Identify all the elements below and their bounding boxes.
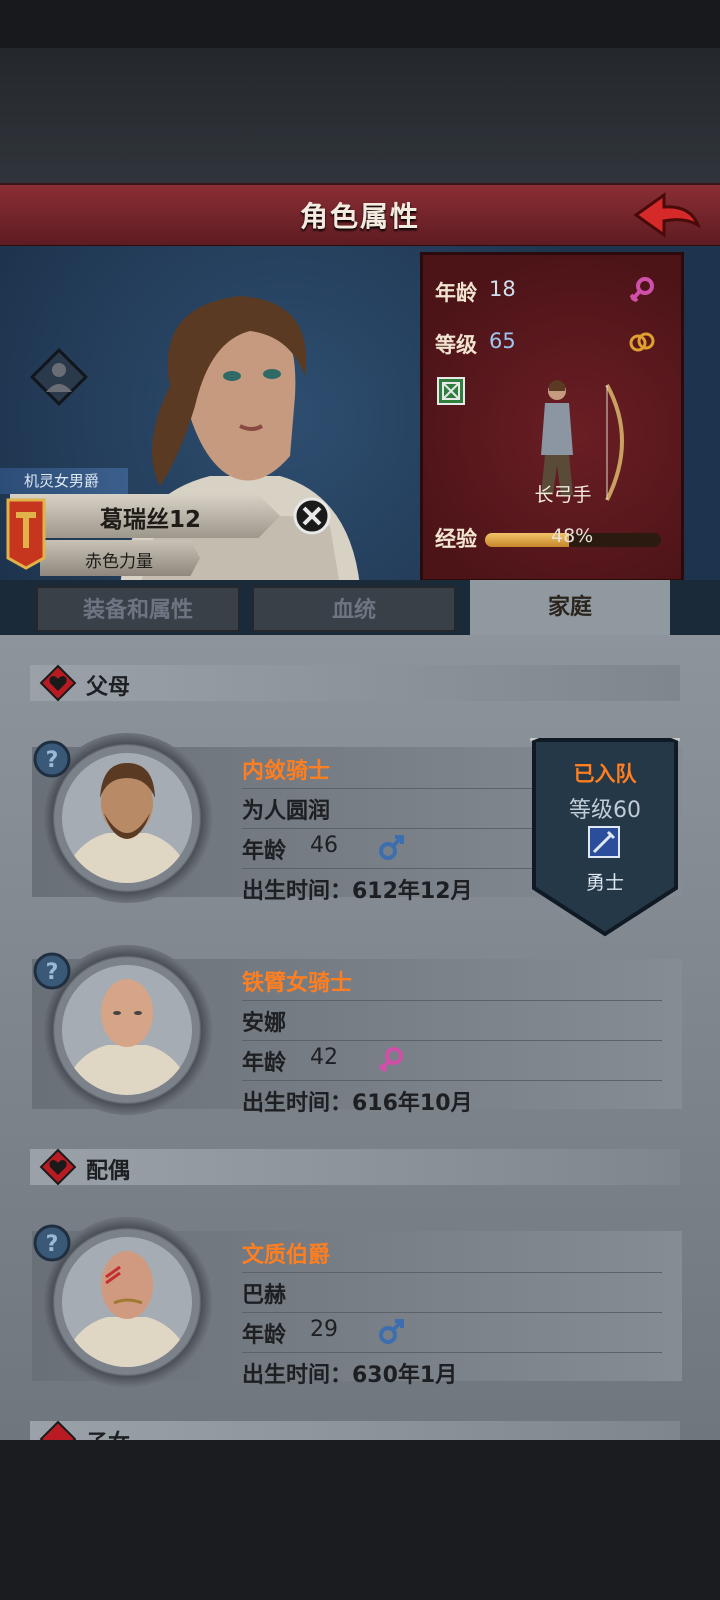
section-children-label: 子女: [86, 1425, 130, 1440]
section-spouse-label: 配偶: [86, 1159, 131, 1184]
member-trait: 安娜: [242, 1011, 287, 1036]
exp-value: 48%: [551, 525, 594, 547]
male-icon: [379, 1319, 404, 1344]
hero-section: 机灵女男爵 葛瑞丝12 赤色力量 年龄 18 等级 65 长弓手 经验 48%: [0, 246, 720, 586]
tab-lineage[interactable]: 血统: [252, 586, 456, 632]
equipment-slot-icon[interactable]: [28, 346, 90, 408]
family-member-card[interactable]: ? 铁臂女骑士 安娜 年龄 42 出生时间：616年10月: [32, 945, 682, 1116]
character-subtitle: 赤色力量: [85, 552, 153, 572]
member-trait: 为人圆润: [242, 799, 331, 824]
tab-bar: 装备和属性 血统 家庭: [0, 580, 720, 635]
help-icon[interactable]: ?: [32, 1223, 72, 1263]
member-age: 46: [310, 833, 338, 858]
member-portrait: [62, 753, 192, 883]
divider: [242, 1272, 662, 1273]
divider: [242, 828, 532, 829]
divider: [242, 1352, 662, 1353]
member-age: 42: [310, 1045, 338, 1070]
divider: [242, 1312, 662, 1313]
divider: [242, 1080, 662, 1081]
member-title: 内敛骑士: [242, 759, 331, 784]
top-background: [0, 48, 720, 183]
heart-icon: [39, 664, 77, 702]
member-trait: 巴赫: [242, 1283, 287, 1308]
family-member-card[interactable]: ? 文质伯爵 巴赫 年龄 29 出生时间：630年1月: [32, 1217, 682, 1388]
female-icon: [629, 277, 654, 303]
tab-equipment[interactable]: 装备和属性: [36, 586, 240, 632]
tab-family[interactable]: 家庭: [470, 580, 670, 635]
help-icon[interactable]: ?: [32, 951, 72, 991]
skill-icon[interactable]: [437, 377, 465, 405]
section-spouse: 配偶: [30, 1148, 680, 1186]
svg-text:?: ?: [46, 1232, 59, 1257]
help-icon[interactable]: ?: [32, 739, 72, 779]
warrior-icon: [588, 826, 620, 858]
heart-icon: [39, 1420, 77, 1440]
section-parents: 父母: [30, 664, 680, 702]
title-bar: 角色属性: [0, 183, 720, 248]
member-portrait: [62, 965, 192, 1095]
team-level: 等级60: [569, 798, 641, 823]
character-name: 葛瑞丝12: [100, 507, 202, 533]
level-value: 65: [489, 329, 516, 353]
divider: [242, 788, 532, 789]
name-plate: 葛瑞丝12: [10, 494, 280, 538]
age-value: 18: [489, 277, 516, 301]
female-icon: [378, 1047, 403, 1073]
team-status-badge[interactable]: 已入队 等级60 勇士: [530, 738, 680, 938]
age-label: 年龄: [435, 281, 477, 305]
team-status: 已入队: [573, 762, 637, 786]
section-children: 子女: [30, 1420, 680, 1440]
male-icon: [379, 835, 404, 860]
heart-icon: [39, 1148, 77, 1186]
class-ribbon: 机灵女男爵: [0, 468, 128, 494]
divider: [242, 1000, 662, 1001]
svg-text:?: ?: [46, 960, 59, 985]
team-role: 勇士: [585, 872, 624, 894]
exp-label: 经验: [435, 527, 477, 551]
status-bar: [0, 0, 720, 48]
section-parents-label: 父母: [86, 675, 131, 700]
member-age-label: 年龄: [242, 1051, 287, 1076]
member-title: 铁臂女骑士: [242, 971, 353, 996]
member-birth: 出生时间：616年10月: [242, 1091, 473, 1116]
navigation-bar: [0, 1440, 720, 1600]
unit-name: 长弓手: [534, 484, 592, 506]
stats-panel: 年龄 18 等级 65 长弓手 经验 48%: [420, 252, 684, 582]
member-age-label: 年龄: [242, 1323, 287, 1348]
dismiss-icon[interactable]: [292, 496, 332, 536]
house-banner-icon: [6, 498, 46, 570]
member-age-label: 年龄: [242, 839, 287, 864]
member-birth: 出生时间：630年1月: [242, 1363, 458, 1388]
level-label: 等级: [435, 333, 477, 357]
member-portrait: [62, 1237, 192, 1367]
rings-icon: [629, 332, 655, 352]
svg-text:?: ?: [46, 748, 59, 773]
subtitle-plate: 赤色力量: [40, 540, 200, 576]
member-title: 文质伯爵: [242, 1243, 331, 1268]
divider: [242, 868, 532, 869]
page-title: 角色属性: [299, 200, 420, 233]
back-arrow-icon[interactable]: [632, 191, 702, 239]
divider: [242, 1040, 662, 1041]
member-age: 29: [310, 1317, 338, 1342]
member-birth: 出生时间：612年12月: [242, 879, 473, 904]
